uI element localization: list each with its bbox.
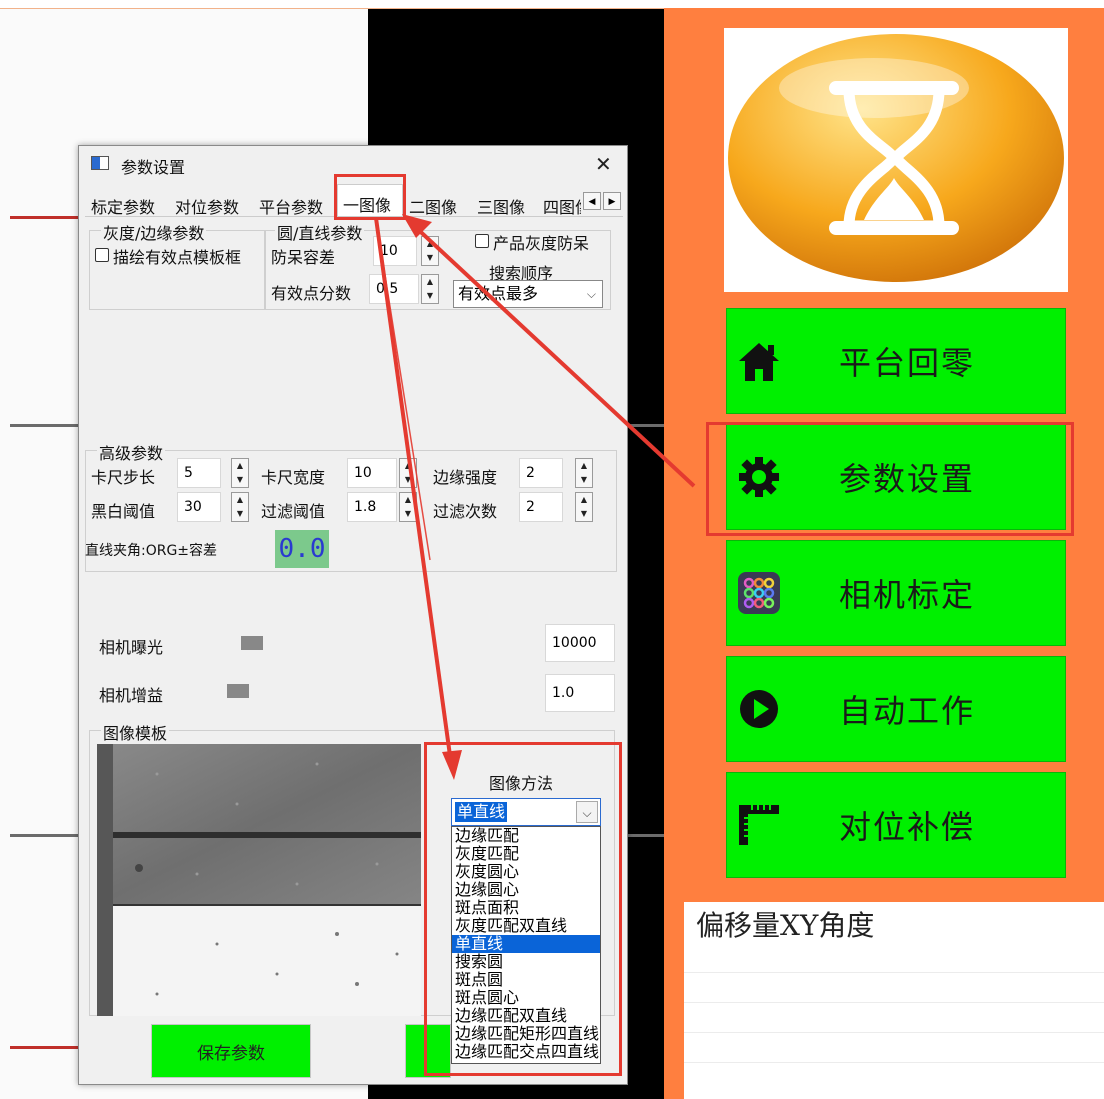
arrow-to-dropdown bbox=[374, 217, 454, 771]
arrow-head bbox=[402, 214, 432, 238]
arrow-to-tab bbox=[408, 220, 696, 488]
thin-arrow-line bbox=[375, 217, 431, 561]
arrow-head bbox=[442, 750, 462, 780]
annotation-arrows bbox=[374, 214, 696, 780]
